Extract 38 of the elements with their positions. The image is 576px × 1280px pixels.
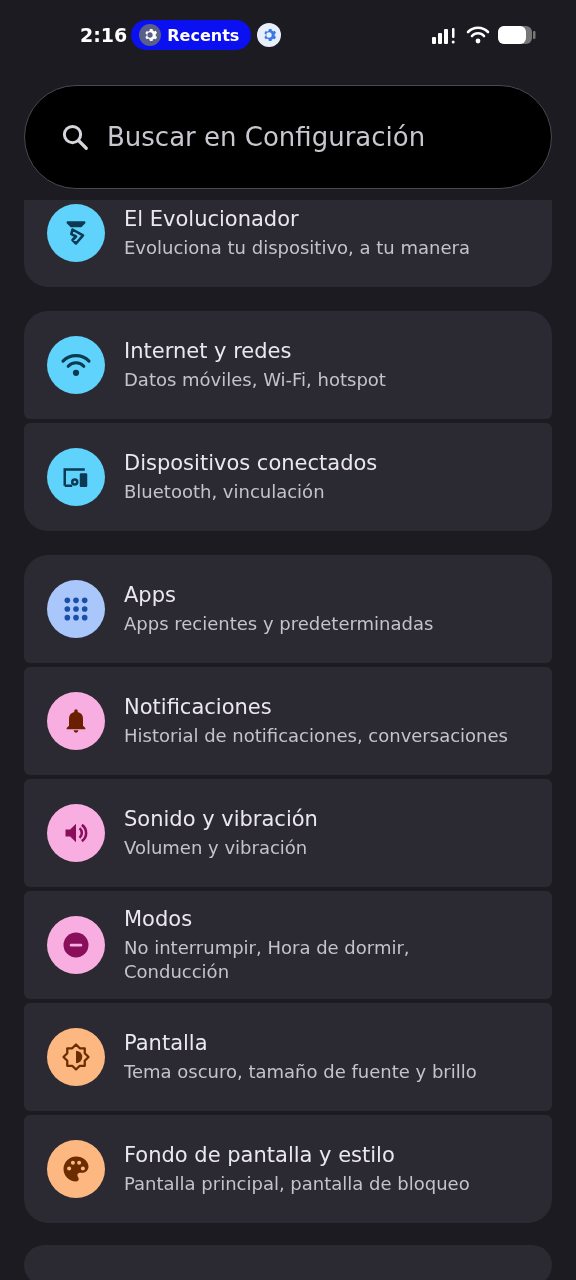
do-not-disturb-icon (61, 930, 91, 960)
wifi-icon (60, 352, 92, 378)
apps-grid-icon (63, 596, 89, 622)
item-subtitle: Tema oscuro, tamaño de fuente y brillo (124, 1059, 477, 1084)
item-subtitle: No interrumpir, Hora de dormir, Conducción (124, 936, 411, 983)
recents-chip[interactable]: Recents (131, 20, 252, 50)
item-subtitle: Historial de notificaciones, conversaciones (124, 723, 508, 748)
brightness-icon (61, 1042, 91, 1072)
item-title: Pantalla (124, 1030, 209, 1055)
wifi-icon (466, 26, 490, 44)
settings-item[interactable]: Apps Apps recientes y predeterminadas (24, 555, 552, 663)
item-title: El Evolucionador (124, 206, 300, 231)
battery-icon (498, 25, 536, 45)
clock: 2:16 (80, 24, 128, 46)
item-title: Apps (124, 582, 177, 607)
settings-item[interactable]: Sonido y vibración Volumen y vibración (24, 779, 552, 887)
search-field[interactable]: Buscar en Configuración (24, 85, 552, 189)
settings-item[interactable]: Pantalla Tema oscuro, tamaño de fuente y brillo (24, 1003, 552, 1111)
settings-item[interactable]: Notificaciones Historial de notificaciones, conversaciones (24, 667, 552, 775)
palette-icon (61, 1154, 91, 1184)
settings-item[interactable]: Modos No interrumpir, Hora de dormir, Conducción (24, 891, 552, 999)
item-subtitle: Pantalla principal, pantalla de bloqueo (124, 1171, 470, 1196)
item-subtitle: Apps recientes y predeterminadas (124, 611, 434, 636)
item-title: Modos (124, 907, 194, 932)
settings-item[interactable]: El Evolucionador Evoluciona tu dispositivo, a tu manera (24, 200, 552, 287)
item-title: Dispositivos conectados (124, 450, 378, 475)
item-subtitle: Bluetooth, vinculación (124, 479, 326, 504)
item-title: Internet y redes (124, 338, 293, 363)
signal-icon (432, 26, 458, 44)
settings-item[interactable]: Fondo de pantalla y estilo Pantalla principal, pantalla de bloqueo (24, 1115, 552, 1223)
settings-item[interactable]: Internet y redes Datos móviles, Wi-Fi, hotspot (24, 311, 552, 419)
item-title: Sonido y vibración (124, 806, 318, 831)
item-subtitle: Evoluciona tu dispositivo, a tu manera (124, 235, 470, 260)
item-subtitle: Datos móviles, Wi-Fi, hotspot (124, 367, 386, 392)
settings-item[interactable]: Dispositivos conectados Bluetooth, vinculación (24, 423, 552, 531)
item-subtitle: Volumen y vibración (124, 835, 309, 860)
item-title: Fondo de pantalla y estilo (124, 1142, 396, 1167)
item-title: Notificaciones (124, 694, 273, 719)
